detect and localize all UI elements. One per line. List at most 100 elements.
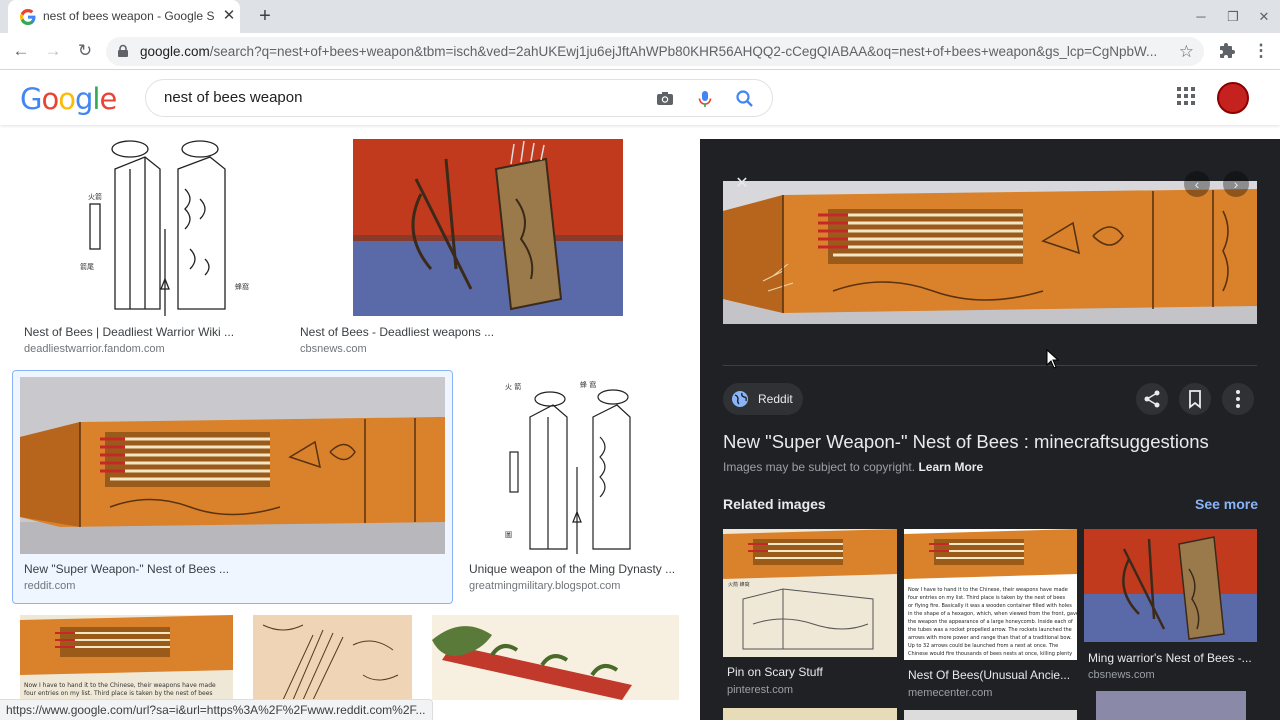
- forward-icon[interactable]: →: [42, 40, 64, 62]
- svg-text:火 箭: 火 箭: [505, 382, 521, 391]
- share-icon[interactable]: [1136, 383, 1168, 415]
- related-image-card[interactable]: Ming warrior's Nest of Bees -... cbsnews…: [1084, 529, 1257, 681]
- result-thumbnail[interactable]: [432, 615, 679, 700]
- more-options-icon[interactable]: [1222, 383, 1254, 415]
- result-title: Unique weapon of the Ming Dynasty ...: [469, 562, 676, 576]
- close-preview-icon[interactable]: ✕: [732, 174, 752, 194]
- learn-more-link[interactable]: Learn More: [918, 460, 983, 474]
- result-thumbnail: [296, 139, 679, 316]
- chrome-menu-icon[interactable]: ⋮: [1250, 40, 1272, 62]
- url-text: google.com/search?q=nest+of+bees+weapon&…: [140, 44, 1170, 59]
- restore-icon[interactable]: ❐: [1225, 9, 1241, 25]
- svg-text:or flying fire. Basically it w: or flying fire. Basically it was a woode…: [908, 603, 1072, 609]
- related-image-card[interactable]: Now I have to hand it to the Chinese, th…: [904, 529, 1077, 703]
- search-icon[interactable]: [735, 89, 755, 109]
- svg-text:four entries on my list. Third: four entries on my list. Third place is …: [24, 690, 213, 697]
- result-card[interactable]: 火箭箭尾蜂窩 Nest of Bees | Deadliest Warrior …: [20, 139, 277, 361]
- camera-icon[interactable]: [655, 89, 675, 109]
- result-card[interactable]: 火 箭 蜂 窩圖 Unique weapon of the Ming Dynast…: [465, 377, 679, 599]
- svg-text:火箭: 火箭: [88, 192, 102, 201]
- next-image-icon[interactable]: ›: [1223, 171, 1249, 197]
- related-thumbnail: Now I have to hand it to the Chinese, th…: [904, 529, 1077, 660]
- apps-grid-icon[interactable]: [1176, 86, 1196, 106]
- source-chip[interactable]: Reddit: [723, 383, 803, 415]
- microphone-icon[interactable]: [695, 89, 715, 109]
- related-thumbnail-partial[interactable]: [1096, 691, 1246, 720]
- url-host: google.com: [140, 44, 210, 59]
- svg-text:arrows with more power and ran: arrows with more power and range than th…: [908, 635, 1072, 641]
- search-input[interactable]: [164, 89, 634, 106]
- result-source: cbsnews.com: [300, 343, 367, 355]
- svg-text:圖: 圖: [505, 531, 512, 539]
- result-title: New "Super Weapon-" Nest of Bees ...: [24, 562, 230, 576]
- copyright-notice: Images may be subject to copyright. Lear…: [723, 460, 983, 474]
- result-thumbnail[interactable]: [253, 615, 412, 700]
- close-tab-icon[interactable]: ✕: [221, 8, 237, 24]
- related-image-card[interactable]: 火箭 蜂窩 Pin on Scary Stuff pinterest.com: [723, 529, 897, 699]
- avatar[interactable]: [1217, 82, 1249, 114]
- address-bar[interactable]: google.com/search?q=nest+of+bees+weapon&…: [106, 37, 1204, 66]
- related-thumbnail: [1084, 529, 1257, 642]
- mouse-cursor-icon: [1046, 349, 1060, 369]
- svg-text:Up to 32 arrows could be launc: Up to 32 arrows could be launched from a…: [908, 643, 1058, 649]
- svg-text:four entries on my list. Third: four entries on my list. Third place is …: [908, 595, 1066, 601]
- related-images-heading: Related images: [723, 496, 826, 512]
- minimize-icon[interactable]: ─: [1193, 9, 1209, 25]
- image-preview-panel: ✕ ‹ › Reddit New "Super Weapon-" Nest of…: [700, 139, 1280, 720]
- preview-title[interactable]: New "Super Weapon-" Nest of Bees : minec…: [723, 431, 1263, 453]
- svg-text:the tubes was a rocket propell: the tubes was a rocket propelled arrow. …: [908, 627, 1072, 633]
- globe-icon: [732, 391, 748, 407]
- save-bookmark-icon[interactable]: [1179, 383, 1211, 415]
- new-tab-icon[interactable]: +: [254, 5, 276, 27]
- google-logo[interactable]: Google: [20, 82, 117, 116]
- source-chip-label: Reddit: [758, 392, 793, 406]
- see-more-link[interactable]: See more: [1195, 496, 1258, 512]
- reload-icon[interactable]: ↻: [74, 40, 96, 62]
- result-title: Nest of Bees - Deadliest weapons ...: [300, 325, 495, 339]
- result-source: reddit.com: [24, 580, 76, 592]
- svg-text:the weapon the appearance of a: the weapon the appearance of a large hon…: [908, 619, 1073, 625]
- svg-text:Now I have to hand it to the C: Now I have to hand it to the Chinese, th…: [908, 587, 1068, 593]
- related-title: Nest Of Bees(Unusual Ancie...: [908, 668, 1071, 682]
- extensions-icon[interactable]: [1218, 42, 1236, 60]
- result-thumbnail: 火 箭 蜂 窩圖: [465, 377, 679, 554]
- svg-text:in the shape of a hexagon, whi: in the shape of a hexagon, which, when v…: [908, 611, 1077, 617]
- search-box[interactable]: [145, 79, 773, 117]
- url-path: /search?q=nest+of+bees+weapon&tbm=isch&v…: [209, 44, 1158, 59]
- related-source: memecenter.com: [908, 687, 993, 699]
- result-card-selected[interactable]: New "Super Weapon-" Nest of Bees ... red…: [20, 377, 445, 599]
- result-source: greatmingmilitary.blogspot.com: [469, 580, 621, 592]
- result-thumbnail: [20, 377, 445, 554]
- result-thumbnail[interactable]: Now I have to hand it to the Chinese, th…: [20, 615, 233, 700]
- tab-title: nest of bees weapon - Google Se: [43, 9, 215, 23]
- svg-text:蜂 窩: 蜂 窩: [580, 380, 596, 389]
- related-thumbnail-partial[interactable]: [904, 710, 1077, 720]
- related-source: cbsnews.com: [1088, 669, 1155, 681]
- google-header: Google: [0, 70, 1280, 125]
- previous-image-icon[interactable]: ‹: [1184, 171, 1210, 197]
- lock-icon: [118, 44, 128, 57]
- browser-tab[interactable]: nest of bees weapon - Google Se ✕: [8, 0, 240, 33]
- related-title: Ming warrior's Nest of Bees -...: [1088, 651, 1252, 665]
- result-source: deadliestwarrior.fandom.com: [24, 343, 165, 355]
- divider: [723, 365, 1257, 366]
- copyright-text: Images may be subject to copyright.: [723, 460, 916, 474]
- back-icon[interactable]: ←: [10, 40, 32, 62]
- result-title: Nest of Bees | Deadliest Warrior Wiki ..…: [24, 325, 235, 339]
- svg-text:Chinese would fire thousands o: Chinese would fire thousands of bees nes…: [908, 651, 1072, 657]
- preview-image[interactable]: [723, 181, 1257, 324]
- svg-text:Now I have to hand it to the C: Now I have to hand it to the Chinese, th…: [24, 682, 216, 689]
- window-close-icon[interactable]: ✕: [1256, 9, 1272, 25]
- tab-strip: nest of bees weapon - Google Se ✕ + ─ ❐ …: [0, 0, 1280, 33]
- related-thumbnail: 火箭 蜂窩: [723, 529, 897, 657]
- status-bar-url: https://www.google.com/url?sa=i&url=http…: [0, 699, 433, 720]
- related-title: Pin on Scary Stuff: [727, 665, 823, 679]
- svg-text:箭尾: 箭尾: [80, 262, 94, 271]
- google-favicon-icon: [20, 9, 36, 25]
- bookmark-star-icon[interactable]: ☆: [1179, 42, 1194, 62]
- related-thumbnail-partial[interactable]: [723, 708, 897, 720]
- result-thumbnail: 火箭箭尾蜂窩: [20, 139, 277, 316]
- svg-text:蜂窩: 蜂窩: [235, 282, 249, 291]
- result-card[interactable]: Nest of Bees - Deadliest weapons ... cbs…: [296, 139, 679, 361]
- browser-toolbar: ← → ↻ google.com/search?q=nest+of+bees+w…: [0, 33, 1280, 70]
